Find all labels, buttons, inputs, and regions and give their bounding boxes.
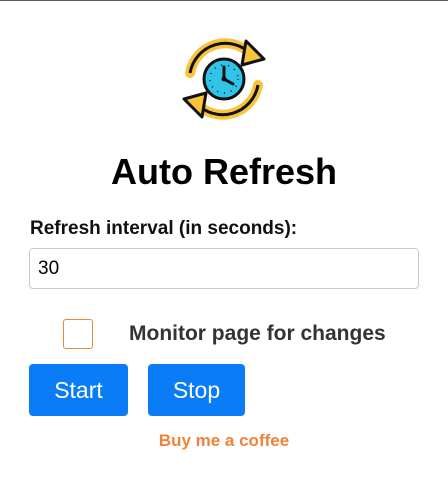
monitor-label: Monitor page for changes — [129, 322, 386, 345]
interval-input[interactable] — [29, 248, 419, 289]
buy-coffee-link[interactable]: Buy me a coffee — [0, 431, 448, 451]
start-button[interactable]: Start — [29, 364, 128, 416]
monitor-checkbox[interactable] — [63, 319, 93, 349]
clock-refresh-icon — [176, 31, 272, 127]
page-title: Auto Refresh — [110, 151, 338, 192]
interval-label: Refresh interval (in seconds): — [30, 218, 298, 239]
stop-button[interactable]: Stop — [148, 364, 245, 416]
